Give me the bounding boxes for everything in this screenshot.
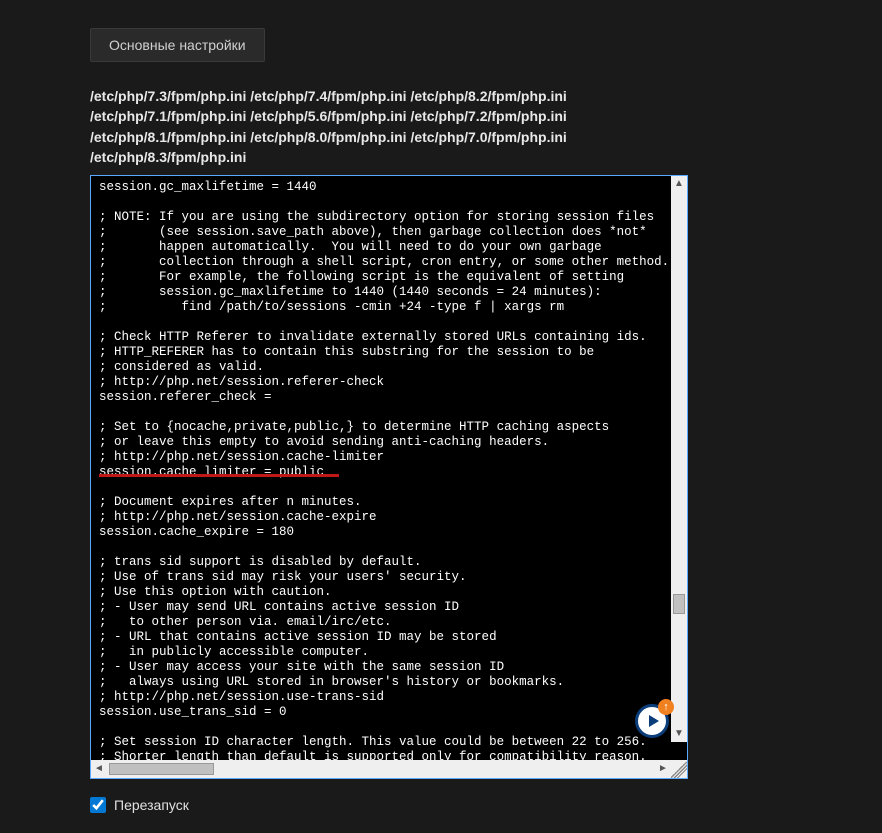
restart-checkbox[interactable] <box>90 797 106 813</box>
floating-action-button[interactable]: ↑ <box>635 704 669 738</box>
horizontal-scrollbar[interactable]: ◄ ► <box>91 760 687 778</box>
resize-grip-icon[interactable] <box>671 760 687 778</box>
scroll-right-arrow-icon[interactable]: ► <box>655 761 671 777</box>
path-line: /etc/php/7.1/fpm/php.ini /etc/php/5.6/fp… <box>90 106 822 126</box>
play-icon <box>649 715 659 727</box>
vertical-scroll-thumb[interactable] <box>673 594 685 614</box>
php-ini-paths: /etc/php/7.3/fpm/php.ini /etc/php/7.4/fp… <box>90 86 822 167</box>
highlight-underline <box>99 474 339 477</box>
editor-content[interactable]: session.gc_maxlifetime = 1440 ; NOTE: If… <box>91 176 687 760</box>
path-line: /etc/php/8.1/fpm/php.ini /etc/php/8.0/fp… <box>90 127 822 147</box>
config-editor[interactable]: session.gc_maxlifetime = 1440 ; NOTE: If… <box>90 175 688 779</box>
vertical-scrollbar[interactable]: ▲ ▼ <box>671 176 687 742</box>
scroll-down-arrow-icon[interactable]: ▼ <box>671 726 687 742</box>
path-line: /etc/php/7.3/fpm/php.ini /etc/php/7.4/fp… <box>90 86 822 106</box>
horizontal-scroll-thumb[interactable] <box>109 763 214 775</box>
path-line: /etc/php/8.3/fpm/php.ini <box>90 147 822 167</box>
main-settings-button[interactable]: Основные настройки <box>90 28 265 62</box>
restart-label[interactable]: Перезапуск <box>114 797 189 813</box>
scroll-up-arrow-icon[interactable]: ▲ <box>671 176 687 192</box>
scroll-left-arrow-icon[interactable]: ◄ <box>91 761 107 777</box>
